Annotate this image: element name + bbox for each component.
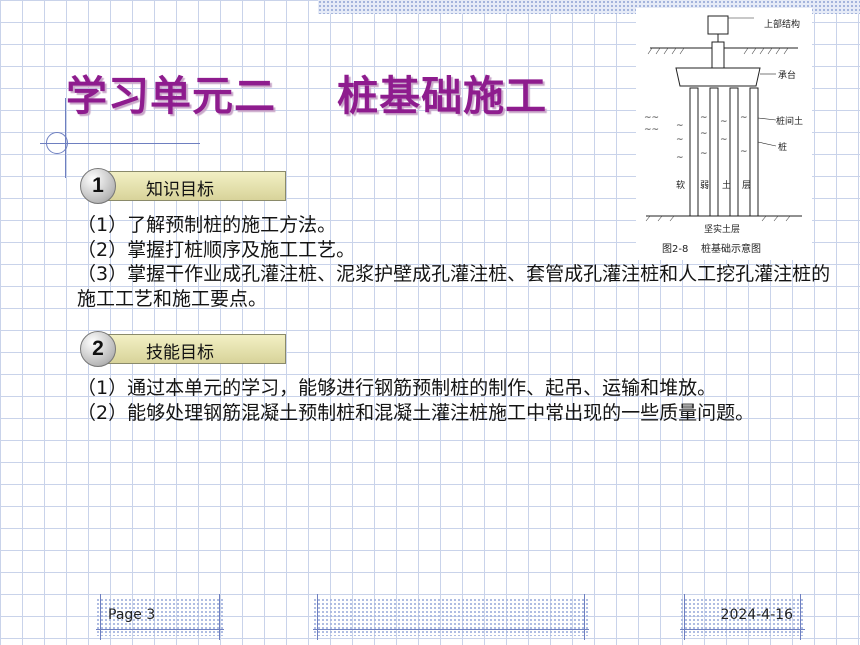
label-soft-layer-char: 层 — [742, 180, 751, 191]
page-number: Page 3 — [108, 607, 156, 623]
decorative-corner-circle — [46, 132, 68, 154]
section-badge-skills: 2 技能目标 — [80, 331, 286, 367]
footer-middle-box — [313, 594, 589, 640]
slide-date: 2024-4-16 — [720, 607, 793, 623]
leader-line — [757, 117, 777, 121]
pile-shaft — [709, 87, 719, 217]
superstructure-column — [707, 15, 729, 35]
section-heading: 知识目标 — [146, 180, 214, 200]
footer-rule — [313, 629, 589, 630]
soil-wave-mark: ~~ — [644, 125, 659, 135]
footer-date-box: 2024-4-16 — [680, 594, 805, 640]
list-item: （2）掌握打桩顺序及施工工艺。 — [77, 238, 356, 261]
soil-wave-mark: ~ — [740, 113, 748, 123]
label-soft-layer-char: 弱 — [700, 180, 709, 191]
label-superstructure: 上部结构 — [764, 18, 800, 30]
soil-wave-mark: ~ — [676, 153, 684, 163]
leader-line — [757, 141, 777, 147]
soil-wave-mark: ~ — [700, 149, 708, 159]
knowledge-objectives-list: （1）了解预制桩的施工方法。 （2）掌握打桩顺序及施工工艺。 （3）掌握干作业成… — [77, 213, 837, 311]
label-soft-layer-char: 软 — [676, 179, 685, 191]
soil-wave-mark: ~~ — [644, 113, 659, 123]
column-stub — [711, 41, 725, 69]
list-item: （3）掌握干作业成孔灌注桩、泥浆护壁成孔灌注桩、套管成孔灌注桩和人工挖孔灌注桩的… — [77, 263, 831, 310]
pile-cap — [675, 67, 761, 87]
soil-wave-mark: ~ — [700, 113, 708, 123]
pile-shaft — [689, 87, 699, 217]
soil-wave-mark: ~ — [740, 147, 748, 157]
label-soil-between-piles: 桩间土 — [776, 115, 803, 127]
footer-rule — [96, 629, 224, 630]
section-badge-knowledge: 1 知识目标 — [80, 168, 286, 204]
soil-wave-mark: ~ — [720, 135, 728, 145]
slide-title: 学习单元二 桩基础施工 — [66, 72, 548, 120]
label-soft-layer-char: 土 — [722, 179, 731, 191]
skill-objectives-list: （1）通过本单元的学习，能够进行钢筋预制桩的制作、起吊、运输和堆放。 （2）能够… — [77, 376, 837, 425]
pile-shaft — [729, 87, 739, 217]
label-cap: 承台 — [778, 69, 796, 81]
section-heading: 技能目标 — [146, 343, 214, 363]
soil-wave-mark: ~ — [676, 135, 684, 145]
list-item: （1）了解预制桩的施工方法。 — [77, 214, 337, 236]
section-number-badge: 2 — [80, 331, 116, 367]
soil-wave-mark: ~ — [700, 129, 708, 139]
footer-page-box: Page 3 — [96, 594, 224, 640]
list-item: （1）通过本单元的学习，能够进行钢筋预制桩的制作、起吊、运输和堆放。 — [77, 377, 717, 399]
pile-shaft — [749, 87, 759, 217]
label-pile: 桩 — [778, 141, 787, 153]
footer-rule — [680, 629, 805, 630]
list-item: （2）能够处理钢筋混凝土预制桩和混凝土灌注桩施工中常出现的一些质量问题。 — [77, 401, 755, 424]
soil-wave-mark: ~ — [676, 121, 684, 131]
soil-wave-mark: ~ — [720, 117, 728, 127]
section-number-badge: 1 — [80, 168, 116, 204]
